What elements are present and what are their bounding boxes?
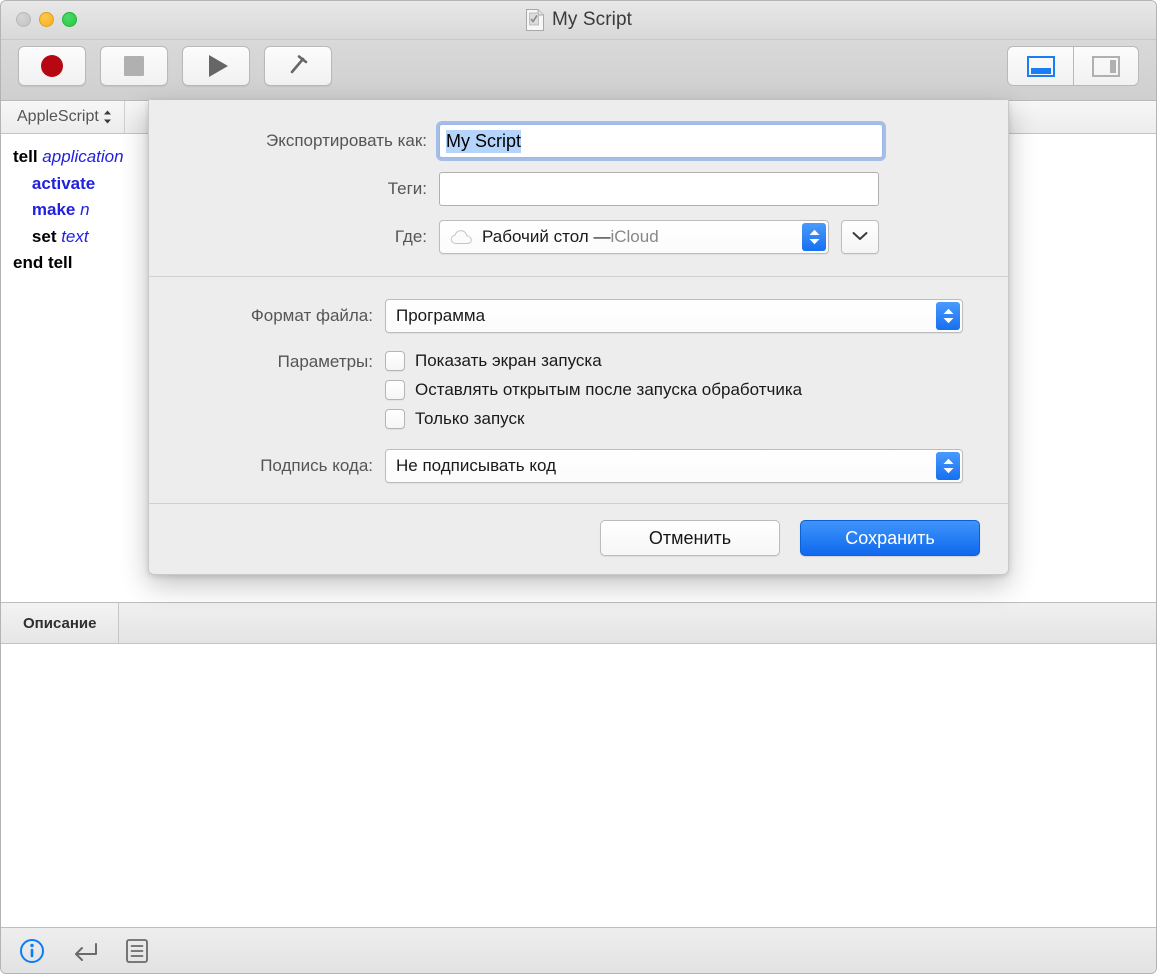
option-row[interactable]: Только запуск (385, 409, 802, 429)
file-format-label: Формат файла: (250, 306, 373, 325)
window-title-group: My Script (1, 8, 1156, 32)
option-label: Показать экран запуска (415, 351, 602, 370)
export-as-value: My Script (446, 129, 522, 153)
bottom-status-bar (1, 927, 1156, 973)
bottom-panel-layout-button[interactable] (1007, 46, 1073, 86)
close-button[interactable] (16, 12, 31, 27)
hammer-icon (285, 51, 311, 82)
export-save-sheet: Экспортировать как: My Script Теги: Где: (148, 100, 1009, 575)
code-token: activate (31, 173, 96, 193)
run-button[interactable] (182, 46, 250, 86)
tab-description[interactable]: Описание (1, 603, 120, 643)
chevron-down-icon (852, 228, 868, 246)
record-circle-icon (41, 55, 63, 77)
main-toolbar (1, 40, 1156, 101)
window-controls (16, 12, 77, 27)
option-row[interactable]: Показать экран запуска (385, 351, 802, 371)
export-as-row: Экспортировать как: My Script (177, 124, 980, 158)
return-arrow-icon[interactable] (71, 939, 99, 963)
code-signature-label: Подпись кода: (260, 456, 373, 475)
tags-row: Теги: (177, 172, 980, 206)
script-editor-window: My Script AppleScript tell application a… (0, 0, 1157, 974)
layout-bottom-icon (1026, 55, 1055, 77)
option-row[interactable]: Оставлять открытым после запуска обработ… (385, 380, 802, 400)
code-token: n (80, 200, 90, 219)
info-icon[interactable] (19, 938, 45, 964)
code-signature-row: Подпись кода: Не подписывать код (177, 449, 980, 483)
app-root: My Script AppleScript tell application a… (0, 0, 1157, 974)
layout-side-icon (1092, 55, 1120, 77)
file-format-stepper[interactable] (936, 302, 960, 330)
code-token: set (31, 226, 62, 246)
code-token: end tell (13, 253, 73, 272)
tags-input[interactable] (439, 172, 879, 206)
script-document-icon (525, 8, 545, 32)
code-signature-value: Не подписывать код (396, 456, 556, 475)
code-token: application (42, 147, 124, 166)
description-body[interactable] (1, 644, 1156, 937)
where-label: Где: (394, 227, 427, 246)
maximize-button[interactable] (62, 12, 77, 27)
language-popup-button[interactable]: AppleScript (1, 101, 125, 133)
minimize-button[interactable] (39, 12, 54, 27)
checkbox-icon[interactable] (385, 380, 405, 400)
compile-button[interactable] (264, 46, 332, 86)
option-label: Только запуск (415, 409, 525, 428)
code-token: tell (13, 147, 43, 166)
cancel-button[interactable]: Отменить (600, 520, 780, 556)
option-label: Оставлять открытым после запуска обработ… (415, 380, 803, 399)
code-signature-stepper[interactable] (936, 452, 960, 480)
sheet-action-bar: Отменить Сохранить (149, 504, 1008, 574)
description-tabbar: Описание (1, 602, 1156, 644)
file-format-popup-button[interactable]: Программа (385, 299, 963, 333)
language-popup-label: AppleScript (17, 108, 99, 125)
code-signature-popup-button[interactable]: Не подписывать код (385, 449, 963, 483)
window-titlebar: My Script (1, 1, 1156, 40)
stop-button[interactable] (100, 46, 168, 86)
record-button[interactable] (18, 46, 86, 86)
code-token: make (31, 200, 81, 219)
checkbox-icon[interactable] (385, 351, 405, 371)
stop-square-icon (124, 56, 144, 76)
save-button[interactable]: Сохранить (800, 520, 980, 556)
options-label: Параметры: (277, 352, 373, 371)
where-stepper[interactable] (802, 223, 826, 251)
window-title: My Script (551, 9, 633, 30)
checkbox-icon[interactable] (385, 409, 405, 429)
options-checkbox-group: Показать экран запуска Оставлять открытым… (385, 351, 802, 429)
tags-label: Теги: (387, 179, 427, 198)
export-as-input[interactable]: My Script (439, 124, 883, 158)
file-format-row: Формат файла: Программа (177, 299, 980, 333)
options-row: Параметры: Показать экран запуска Оставля… (177, 351, 980, 429)
sheet-section-location: Экспортировать как: My Script Теги: Где: (149, 100, 1008, 277)
code-token: text (61, 226, 89, 246)
toolbar-action-buttons (18, 46, 332, 86)
play-triangle-icon (208, 55, 228, 77)
chevron-updown-icon (103, 110, 112, 124)
side-panel-layout-button[interactable] (1073, 46, 1139, 86)
export-as-label: Экспортировать как: (266, 131, 427, 150)
icloud-cloud-icon (450, 229, 474, 245)
where-popup-button[interactable]: Рабочий стол — iCloud (439, 220, 829, 254)
expand-browser-button[interactable] (841, 220, 879, 254)
log-list-icon[interactable] (125, 938, 149, 964)
sheet-section-format: Формат файла: Программа Параметры: Показ… (149, 277, 1008, 504)
where-value-suffix: iCloud (610, 227, 659, 246)
where-row: Где: Рабочий стол — iCloud (177, 220, 980, 254)
toolbar-view-toggles (1007, 46, 1139, 86)
where-value: Рабочий стол — (482, 227, 611, 246)
file-format-value: Программа (396, 306, 486, 325)
